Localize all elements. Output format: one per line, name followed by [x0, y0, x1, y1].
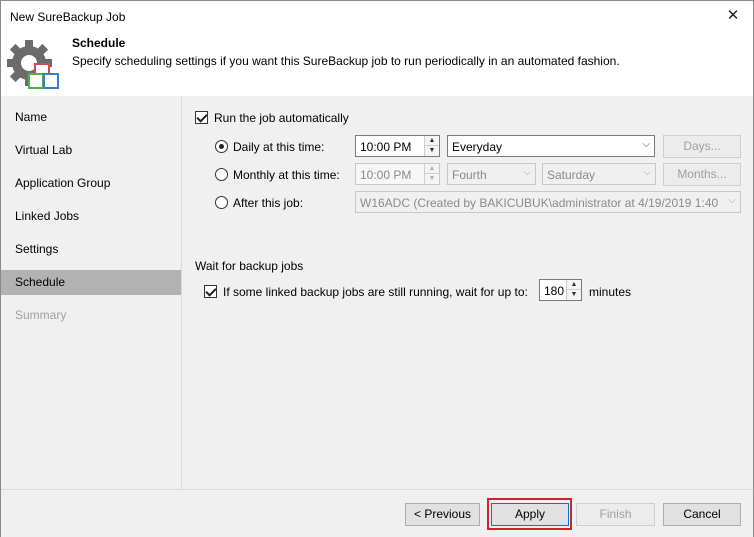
gear-schedule-icon: [7, 40, 59, 89]
previous-button[interactable]: < Previous: [405, 503, 480, 526]
spinner-down-icon: ▼: [428, 175, 436, 182]
wizard-footer: < Previous Apply Finish Cancel: [1, 489, 753, 537]
chevron-down-icon: ⌵: [643, 167, 651, 178]
spinner-up-icon[interactable]: ▲: [567, 280, 581, 290]
monthly-label: Monthly at this time:: [233, 168, 340, 182]
daily-label: Daily at this time:: [233, 140, 325, 154]
after-job-value: W16ADC (Created by BAKICUBUK\administrat…: [360, 196, 722, 210]
sidebar-item-name[interactable]: Name: [1, 105, 181, 130]
apply-highlight-box: [487, 498, 572, 530]
days-button: Days...: [663, 135, 741, 158]
after-job-label: After this job:: [233, 196, 304, 210]
daily-time-value: 10:00 PM: [360, 140, 412, 154]
spinner-up-icon[interactable]: ▲: [425, 136, 439, 146]
wait-checkbox[interactable]: [204, 285, 217, 298]
cancel-button[interactable]: Cancel: [663, 503, 741, 526]
sidebar-item-settings[interactable]: Settings: [1, 237, 181, 262]
monthly-week-value: Fourth: [452, 168, 487, 182]
page-description: Specify scheduling settings if you want …: [72, 54, 620, 68]
spinner-down-icon[interactable]: ▼: [425, 146, 439, 156]
monthly-weekday-select: Saturday ⌵: [542, 163, 656, 185]
sidebar-item-summary: Summary: [15, 308, 67, 322]
daily-time-field[interactable]: 10:00 PM ▲ ▼: [355, 135, 440, 157]
wait-minutes-unit: minutes: [589, 285, 632, 299]
page-title: Schedule: [72, 36, 126, 50]
spinner-down-icon[interactable]: ▼: [567, 290, 581, 300]
sidebar-item-linked-jobs[interactable]: Linked Jobs: [1, 204, 181, 229]
after-job-select: W16ADC (Created by BAKICUBUK\administrat…: [355, 191, 741, 213]
wizard-header: Schedule Specify scheduling settings if …: [1, 31, 753, 96]
chevron-down-icon: ⌵: [523, 167, 531, 178]
run-automatically-checkbox[interactable]: [195, 111, 208, 124]
spinner-up-icon: ▲: [425, 164, 439, 174]
monthly-time-spinner: ▲ ▼: [424, 164, 439, 184]
sidebar-item-virtual-lab[interactable]: Virtual Lab: [1, 138, 181, 163]
window-title: New SureBackup Job: [10, 10, 126, 24]
daily-recurrence-value: Everyday: [452, 140, 503, 154]
wizard-content: Name Virtual Lab Application Group Linke…: [1, 96, 753, 489]
wait-minutes-field[interactable]: 180 ▲ ▼: [539, 279, 582, 301]
daily-time-spinner[interactable]: ▲ ▼: [424, 136, 439, 156]
wait-checkbox-label: If some linked backup jobs are still run…: [223, 285, 528, 299]
chevron-down-icon: ⌵: [728, 195, 736, 206]
monthly-time-field: 10:00 PM ▲ ▼: [355, 163, 440, 185]
wait-section-label: Wait for backup jobs: [195, 259, 304, 273]
after-job-radio[interactable]: [215, 196, 228, 209]
monthly-time-value: 10:00 PM: [360, 168, 412, 182]
months-button: Months...: [663, 163, 741, 186]
close-icon[interactable]: ✕: [721, 5, 745, 27]
finish-button: Finish: [576, 503, 655, 526]
monthly-radio[interactable]: [215, 168, 228, 181]
wizard-steps-sidebar: Name Virtual Lab Application Group Linke…: [1, 96, 182, 489]
monthly-week-select: Fourth ⌵: [447, 163, 536, 185]
wizard-window: New SureBackup Job ✕ Schedule Specify sc…: [0, 0, 754, 537]
schedule-panel: Run the job automatically Daily at this …: [182, 96, 753, 489]
title-bar: New SureBackup Job ✕: [1, 1, 753, 31]
sidebar-item-schedule[interactable]: Schedule: [1, 270, 181, 295]
run-automatically-label: Run the job automatically: [214, 111, 349, 125]
daily-radio[interactable]: [215, 140, 228, 153]
wait-minutes-value: 180: [544, 284, 565, 298]
sidebar-item-application-group[interactable]: Application Group: [1, 171, 181, 196]
wait-minutes-spinner[interactable]: ▲ ▼: [566, 280, 581, 300]
monthly-weekday-value: Saturday: [547, 168, 596, 182]
chevron-down-icon: ⌵: [642, 139, 650, 150]
daily-recurrence-select[interactable]: Everyday ⌵: [447, 135, 655, 157]
